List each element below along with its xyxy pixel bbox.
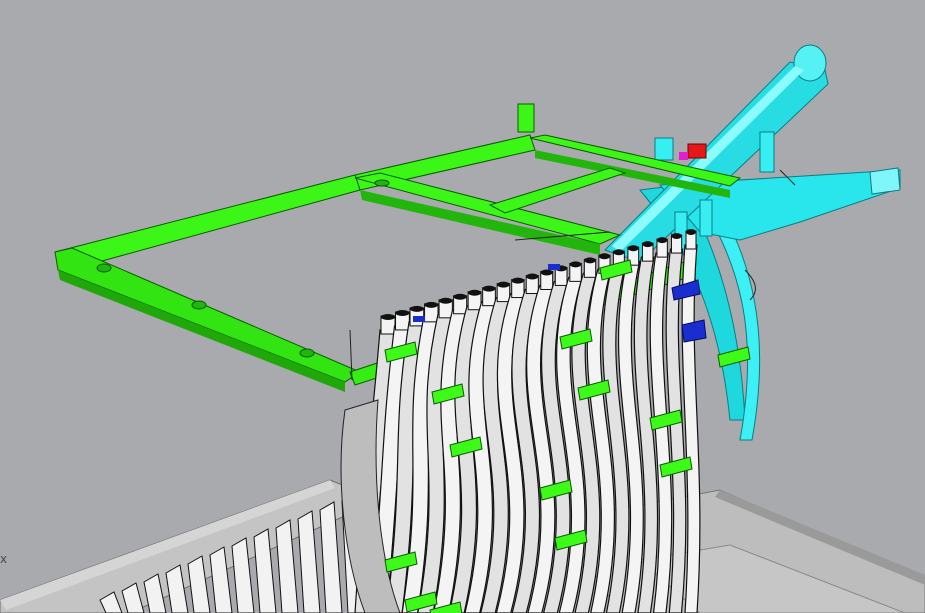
rib-top-slot xyxy=(453,293,467,300)
rib-top-slot xyxy=(410,305,424,312)
rib-top-slot xyxy=(686,229,696,235)
rib-top-slot xyxy=(540,269,553,276)
rib-top-slot xyxy=(482,285,496,292)
rib-top-slot xyxy=(395,309,410,316)
frame-hole xyxy=(374,179,390,187)
rib-top-slot xyxy=(381,314,395,320)
frame-hole xyxy=(96,263,112,273)
frame-hole xyxy=(299,348,315,358)
rib-top-slot xyxy=(613,249,625,256)
rib-top-slot xyxy=(468,289,482,296)
rib-top-slot xyxy=(569,261,582,268)
frame-hole xyxy=(191,300,207,310)
rib-top-slot xyxy=(439,297,453,304)
hull-rib-set xyxy=(340,229,701,613)
rib-top-slot xyxy=(656,237,668,244)
rib-top-slot xyxy=(671,233,682,240)
rib-top-slot xyxy=(584,257,596,264)
rib-top-slot xyxy=(497,281,510,288)
rib-top-slot xyxy=(526,273,539,280)
magenta-marker-block xyxy=(679,152,688,160)
rib-top-slot xyxy=(598,253,611,260)
rib-top-slot xyxy=(424,301,438,308)
hull-model-scene[interactable] xyxy=(0,0,925,613)
rib-top-slot xyxy=(627,245,639,252)
axis-label-x: x xyxy=(0,552,8,566)
red-marker-block xyxy=(687,143,707,159)
rib-top-slot xyxy=(642,241,653,248)
3d-viewport[interactable]: x xyxy=(0,0,925,613)
rib-top-slot xyxy=(511,277,524,284)
